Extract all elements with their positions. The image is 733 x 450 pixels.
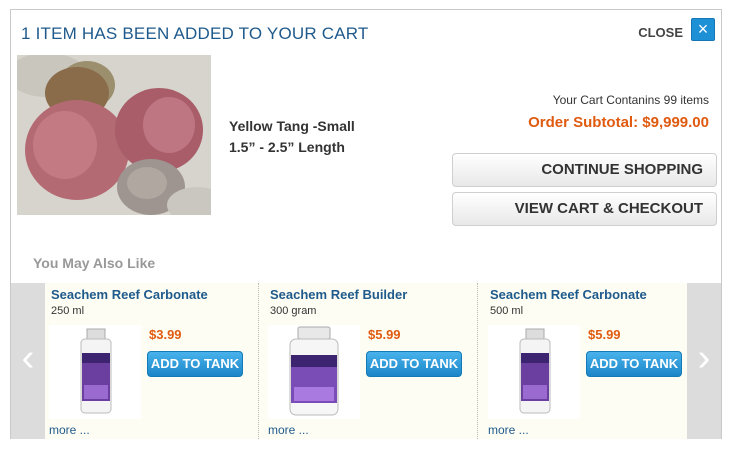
you-may-also-like-heading: You May Also Like: [33, 255, 156, 271]
continue-shopping-button[interactable]: CONTINUE SHOPPING: [452, 153, 717, 187]
cart-modal: 1 ITEM HAS BEEN ADDED TO YOUR CART CLOSE…: [10, 9, 722, 439]
carousel-items: Seachem Reef Carbonate 250 ml $3.99 ADD …: [45, 283, 693, 439]
item-name[interactable]: Seachem Reef Carbonate: [51, 287, 208, 302]
chevron-right-icon: ›: [697, 337, 711, 379]
order-subtotal: Order Subtotal: $9,999.00: [528, 114, 709, 131]
recommendation-item: Seachem Reef Builder 300 gram $5.99 ADD …: [264, 283, 478, 439]
item-name[interactable]: Seachem Reef Builder: [270, 287, 407, 302]
recommendation-item: Seachem Reef Carbonate 500 ml $5.99 ADD …: [484, 283, 698, 439]
item-price: $5.99: [368, 327, 401, 342]
cart-count: Your Cart Contanins 99 items: [552, 93, 709, 107]
more-link[interactable]: more ...: [488, 423, 529, 437]
add-to-tank-button[interactable]: ADD TO TANK: [586, 351, 682, 377]
close-label[interactable]: CLOSE: [638, 25, 683, 40]
recommendation-item: Seachem Reef Carbonate 250 ml $3.99 ADD …: [45, 283, 259, 439]
add-to-tank-button[interactable]: ADD TO TANK: [366, 351, 462, 377]
product-name: Yellow Tang -Small 1.5” - 2.5” Length: [229, 116, 355, 158]
more-link[interactable]: more ...: [49, 423, 90, 437]
item-image[interactable]: [488, 325, 580, 419]
item-price: $3.99: [149, 327, 182, 342]
modal-title: 1 ITEM HAS BEEN ADDED TO YOUR CART: [21, 24, 369, 43]
item-name[interactable]: Seachem Reef Carbonate: [490, 287, 647, 302]
item-size: 500 ml: [490, 305, 524, 317]
product-image: [17, 55, 211, 215]
carousel-prev-button[interactable]: ‹: [11, 283, 45, 439]
item-price: $5.99: [588, 327, 621, 342]
add-to-tank-button[interactable]: ADD TO TANK: [147, 351, 243, 377]
close-button[interactable]: ×: [691, 18, 715, 41]
view-cart-checkout-button[interactable]: VIEW CART & CHECKOUT: [452, 192, 717, 226]
carousel-next-button[interactable]: ›: [687, 283, 721, 439]
item-image[interactable]: [268, 325, 360, 419]
close-icon: ×: [697, 19, 709, 39]
item-size: 300 gram: [270, 305, 317, 317]
item-size: 250 ml: [51, 305, 85, 317]
more-link[interactable]: more ...: [268, 423, 309, 437]
item-image[interactable]: [49, 325, 141, 419]
product-title: Yellow Tang -Small: [229, 118, 355, 134]
product-length: 1.5” - 2.5” Length: [229, 139, 345, 155]
chevron-left-icon: ‹: [21, 337, 35, 379]
recommendation-carousel: ‹ Seachem Reef Carbonate 250 ml $3.99 AD…: [11, 283, 721, 439]
